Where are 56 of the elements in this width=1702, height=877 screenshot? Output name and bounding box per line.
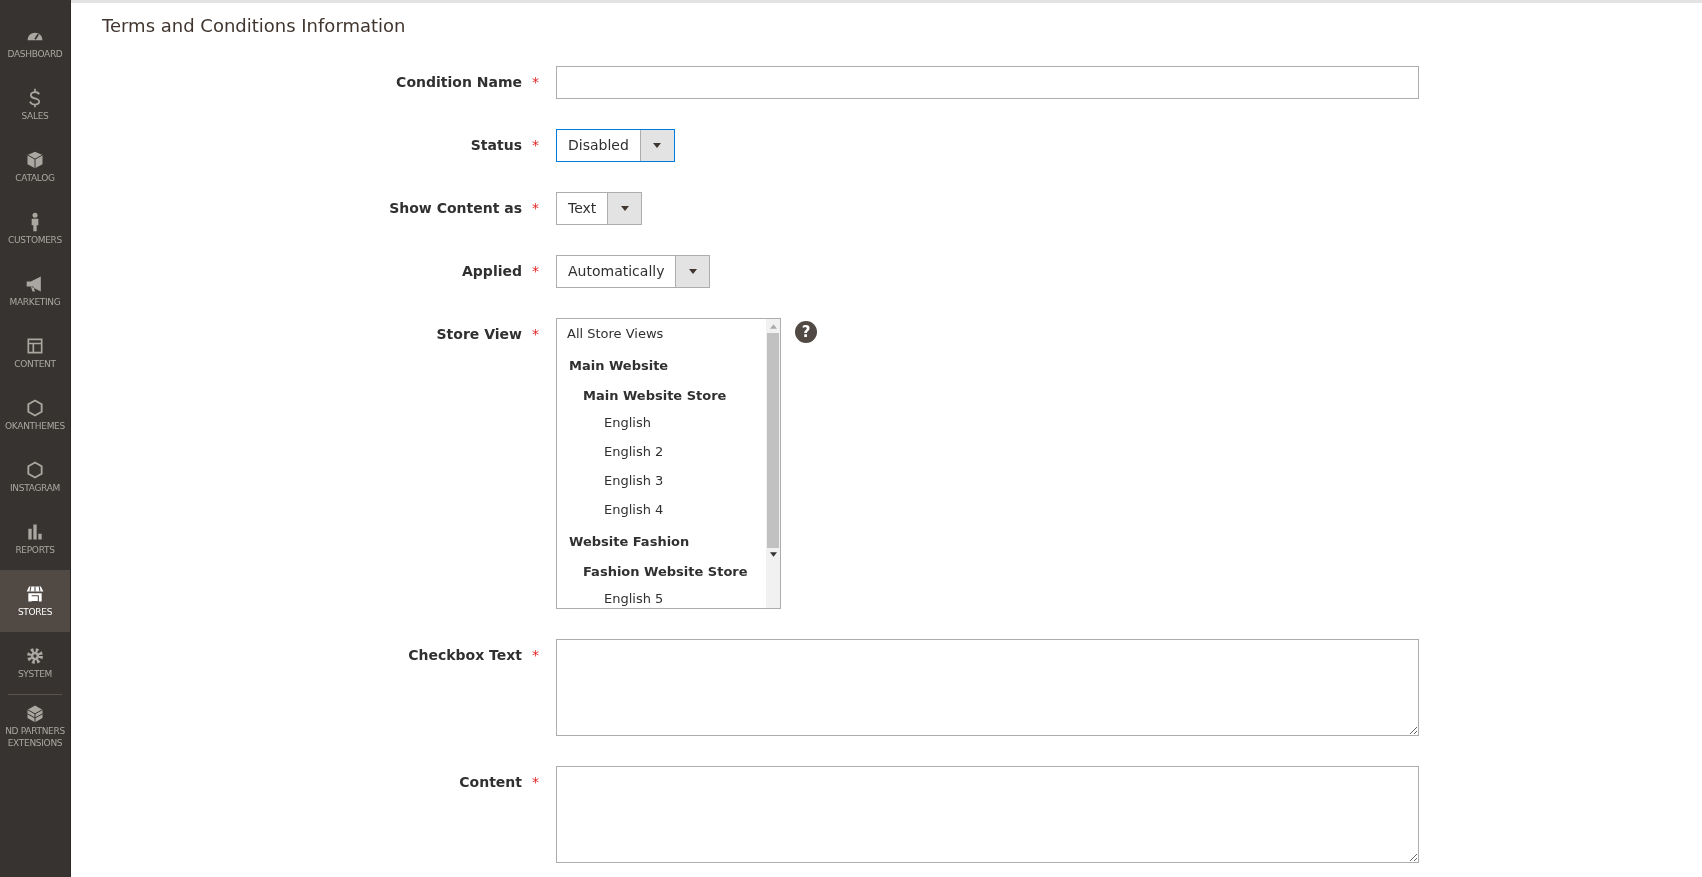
caret-icon xyxy=(688,269,697,274)
sidebar-item[interactable]: STORES xyxy=(0,570,70,632)
sidebar-item[interactable]: ND PARTNERS EXTENSIONS xyxy=(0,695,70,757)
required-asterisk: * xyxy=(532,200,540,216)
field-label: Checkbox Text xyxy=(408,647,522,663)
sidebar-item[interactable]: REPORTS xyxy=(0,508,70,570)
sidebar-item[interactable]: MARKETING xyxy=(0,260,70,322)
dropdown[interactable]: Text xyxy=(556,192,643,225)
sidebar-item[interactable]: CATALOG xyxy=(0,136,70,198)
list-option[interactable]: English 4 xyxy=(567,498,766,527)
caret-icon xyxy=(653,143,662,148)
required-asterisk: * xyxy=(532,647,540,663)
sidebar-item[interactable]: OKANTHEMES xyxy=(0,384,70,446)
required-asterisk: * xyxy=(532,263,540,279)
sidebar-item[interactable]: CUSTOMERS xyxy=(0,198,70,260)
text-area[interactable] xyxy=(556,639,1419,736)
hexagon-icon xyxy=(25,459,45,480)
text-area[interactable] xyxy=(556,766,1419,863)
sidebar-item[interactable]: SYSTEM xyxy=(0,632,70,694)
scroll-down-icon[interactable] xyxy=(769,552,777,557)
option-group-label: Fashion Website Store xyxy=(582,563,749,581)
text-field[interactable] xyxy=(556,66,1419,99)
sidebar-item[interactable]: INSTAGRAM xyxy=(0,446,70,508)
scroll-up-icon[interactable] xyxy=(769,324,777,329)
field-label: Content xyxy=(459,774,522,790)
hexagon-icon xyxy=(25,397,45,418)
required-asterisk: * xyxy=(532,74,540,90)
option-group-label: Main Website xyxy=(568,357,670,375)
list-option[interactable]: English 2 xyxy=(567,440,766,469)
field-label: Condition Name xyxy=(396,74,522,90)
box-icon xyxy=(25,149,45,170)
list-option[interactable]: English 3 xyxy=(567,469,766,498)
list-option[interactable]: English 5 xyxy=(567,587,766,608)
sidebar-item[interactable]: CONTENT xyxy=(0,322,70,384)
option-group-label: Website Fashion xyxy=(568,533,691,551)
list-option[interactable]: English xyxy=(567,411,766,440)
sidebar-item[interactable]: SALES xyxy=(0,74,70,136)
field-label: Show Content as xyxy=(389,200,522,216)
field-label: Status xyxy=(470,137,522,153)
sidebar-item[interactable]: DASHBOARD xyxy=(0,12,70,74)
dropdown[interactable]: Automatically xyxy=(556,255,711,288)
required-asterisk: * xyxy=(532,774,540,790)
caret-icon xyxy=(620,206,629,211)
list-option[interactable]: All Store Views xyxy=(567,322,766,351)
settings-icon xyxy=(25,645,45,666)
required-asterisk: * xyxy=(532,326,540,342)
section-title: Terms and Conditions Information xyxy=(102,15,407,36)
dropdown[interactable]: Disabled xyxy=(556,129,675,162)
required-asterisk: * xyxy=(532,137,540,153)
storefront-icon xyxy=(25,583,45,604)
option-group-label: Main Website Store xyxy=(582,387,728,405)
field-label: Store View xyxy=(436,326,522,342)
scrollbar-thumb[interactable] xyxy=(767,333,779,548)
help-icon[interactable]: ? xyxy=(795,321,817,343)
store-view-listbox[interactable]: All Store Views Main Website Main Website Store English English 2 English 3 English 4 Website Fashion Fashion Website Store English 5 xyxy=(556,318,781,609)
field-label: Applied xyxy=(462,263,522,279)
